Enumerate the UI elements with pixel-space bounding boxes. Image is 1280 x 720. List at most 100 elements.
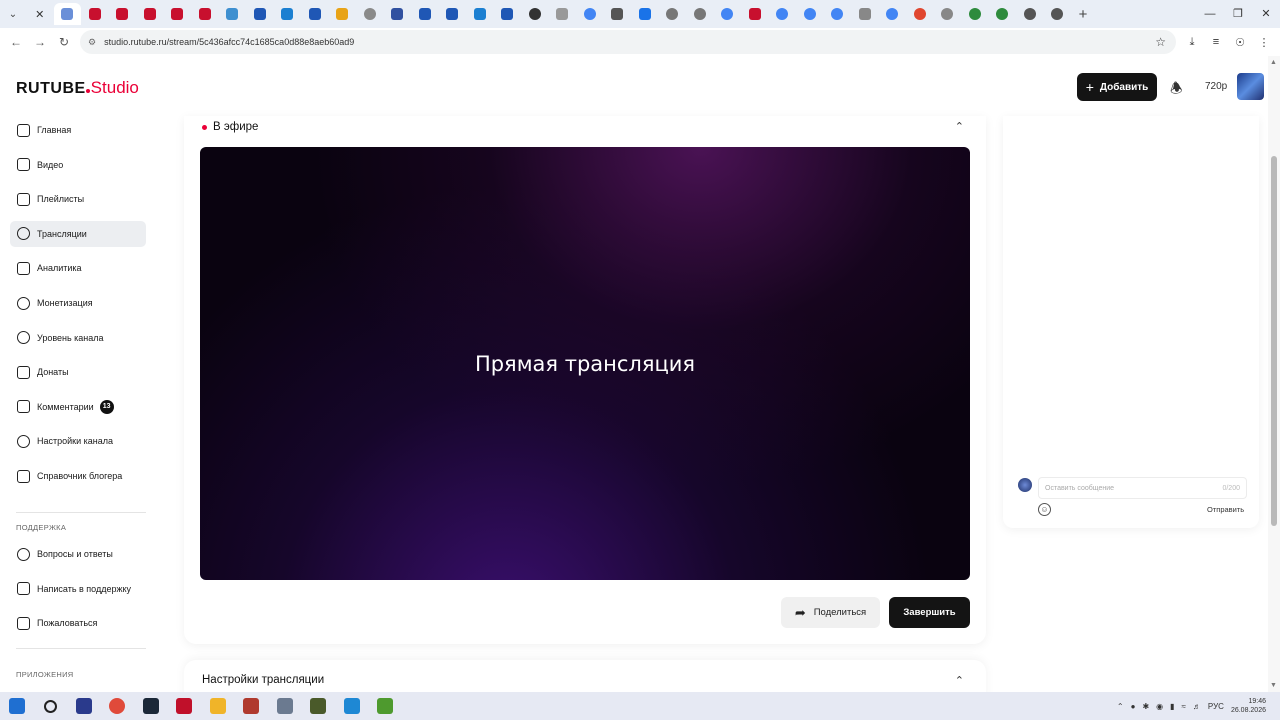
browser-tab[interactable] — [329, 3, 357, 25]
browser-tab[interactable] — [824, 3, 852, 25]
quality-label[interactable]: 720p — [1205, 81, 1227, 92]
scroll-down-icon[interactable]: ▼ — [1270, 682, 1277, 689]
taskbar-app[interactable] — [268, 692, 302, 720]
browser-tab[interactable] — [219, 3, 247, 25]
sidebar-item[interactable]: Донаты — [10, 359, 146, 385]
battery-icon[interactable]: ▮ — [1170, 702, 1174, 711]
browser-tab[interactable] — [53, 3, 81, 25]
browser-tab[interactable] — [136, 3, 164, 25]
browser-tab[interactable] — [274, 3, 302, 25]
browser-tab[interactable] — [1044, 3, 1072, 25]
sidebar-item[interactable]: Комментарии 13 — [10, 394, 146, 420]
taskbar-app[interactable] — [168, 692, 202, 720]
tray-chevron-icon[interactable]: ⌃ — [1117, 702, 1124, 711]
support-item[interactable]: Пожаловаться — [10, 610, 146, 636]
volume-icon[interactable]: ♬ — [1193, 702, 1201, 711]
url-text[interactable]: studio.rutube.ru/stream/5c436afcc74c1685… — [104, 37, 354, 47]
scroll-up-icon[interactable]: ▲ — [1270, 59, 1277, 66]
emoji-icon[interactable]: ☺ — [1038, 503, 1051, 516]
bell-icon[interactable]: 🕭 — [1170, 78, 1183, 102]
browser-tab[interactable] — [604, 3, 632, 25]
browser-tab[interactable] — [1016, 3, 1044, 25]
taskbar-app[interactable] — [0, 692, 34, 720]
wifi-icon[interactable]: ≈ — [1182, 702, 1186, 711]
reload-icon[interactable]: ↻ — [52, 35, 76, 49]
browser-tab[interactable] — [411, 3, 439, 25]
support-item[interactable]: Написать в поддержку — [10, 576, 146, 602]
tray-app-icon[interactable]: ● — [1131, 702, 1136, 711]
share-button[interactable]: ➦ Поделиться — [781, 597, 880, 628]
browser-tab[interactable] — [81, 3, 109, 25]
browser-tab[interactable] — [796, 3, 824, 25]
browser-tab[interactable] — [659, 3, 687, 25]
sidebar-item[interactable]: Настройки канала — [10, 428, 146, 454]
url-field[interactable]: ⚙ studio.rutube.ru/stream/5c436afcc74c16… — [80, 30, 1176, 54]
browser-tab[interactable] — [879, 3, 907, 25]
restore-icon[interactable]: ❐ — [1224, 0, 1252, 28]
browser-tab[interactable] — [989, 3, 1017, 25]
page-scrollbar[interactable]: ▲ ▼ — [1268, 56, 1280, 692]
taskbar-app[interactable] — [134, 692, 168, 720]
browser-tab[interactable] — [549, 3, 577, 25]
language-indicator[interactable]: РУС — [1208, 702, 1224, 711]
close-tab-icon[interactable]: ✕ — [35, 8, 44, 21]
browser-tab[interactable] — [466, 3, 494, 25]
browser-tab[interactable] — [714, 3, 742, 25]
menu-icon[interactable]: ⋮ — [1252, 36, 1276, 49]
browser-tab[interactable] — [576, 3, 604, 25]
sidebar-item[interactable]: Уровень канала — [10, 325, 146, 351]
browser-tab[interactable] — [631, 3, 659, 25]
new-tab-button[interactable]: + — [1071, 6, 1095, 23]
browser-tab[interactable] — [769, 3, 797, 25]
browser-tab[interactable] — [494, 3, 522, 25]
minimize-icon[interactable]: — — [1196, 0, 1224, 28]
browser-tab[interactable] — [906, 3, 934, 25]
bluetooth-icon[interactable]: ✱ — [1142, 702, 1149, 711]
back-icon[interactable]: ← — [4, 35, 28, 49]
avatar[interactable] — [1237, 73, 1264, 100]
media-icon[interactable]: ≡ — [1204, 36, 1228, 49]
sidebar-item[interactable]: Видео — [10, 152, 146, 178]
taskbar-app[interactable] — [101, 692, 135, 720]
scrollbar-thumb[interactable] — [1271, 156, 1277, 526]
browser-tab[interactable] — [109, 3, 137, 25]
browser-tab[interactable] — [356, 3, 384, 25]
network-icon[interactable]: ◉ — [1156, 702, 1163, 711]
browser-tab[interactable] — [384, 3, 412, 25]
clock[interactable]: 19:46 26.08.2026 — [1231, 697, 1266, 715]
end-stream-button[interactable]: Завершить — [889, 597, 970, 628]
browser-tab[interactable] — [851, 3, 879, 25]
forward-icon[interactable]: → — [28, 35, 52, 49]
send-button[interactable]: Отправить — [1207, 505, 1244, 514]
close-window-icon[interactable]: ✕ — [1252, 0, 1280, 28]
browser-tab[interactable] — [164, 3, 192, 25]
sidebar-item[interactable]: Аналитика — [10, 255, 146, 281]
browser-tab[interactable] — [246, 3, 274, 25]
sidebar-item[interactable]: Трансляции — [10, 220, 146, 247]
bookmark-star-icon[interactable]: ☆ — [1155, 35, 1166, 49]
browser-tab[interactable] — [439, 3, 467, 25]
add-button[interactable]: + Добавить — [1077, 73, 1157, 101]
taskbar-app[interactable] — [302, 692, 336, 720]
sidebar-item[interactable]: Монетизация — [10, 290, 146, 316]
support-item[interactable]: Вопросы и ответы — [10, 541, 146, 567]
profile-icon[interactable]: ☉ — [1228, 36, 1252, 49]
browser-tab[interactable] — [301, 3, 329, 25]
taskbar-app[interactable] — [67, 692, 101, 720]
browser-tab[interactable] — [191, 3, 219, 25]
browser-tab[interactable] — [686, 3, 714, 25]
chat-message-input[interactable]: Оставить сообщение 0/200 — [1038, 477, 1247, 499]
download-icon[interactable]: ⤓ — [1180, 36, 1204, 49]
browser-tab[interactable] — [741, 3, 769, 25]
taskbar-app[interactable] — [369, 692, 403, 720]
sidebar-item[interactable]: Главная — [10, 117, 146, 143]
video-player[interactable]: Прямая трансляция — [200, 147, 970, 580]
sidebar-item[interactable]: Справочник блогера — [10, 463, 146, 489]
browser-tab[interactable] — [521, 3, 549, 25]
rutube-studio-logo[interactable]: RUTUBE Studio — [16, 78, 139, 102]
taskbar-app[interactable] — [335, 692, 369, 720]
chevron-up-icon[interactable]: ⌃ — [955, 674, 964, 687]
taskbar-app[interactable] — [34, 692, 68, 720]
site-info-icon[interactable]: ⚙ — [88, 37, 96, 48]
browser-tab[interactable]: ✕ — [26, 3, 54, 25]
